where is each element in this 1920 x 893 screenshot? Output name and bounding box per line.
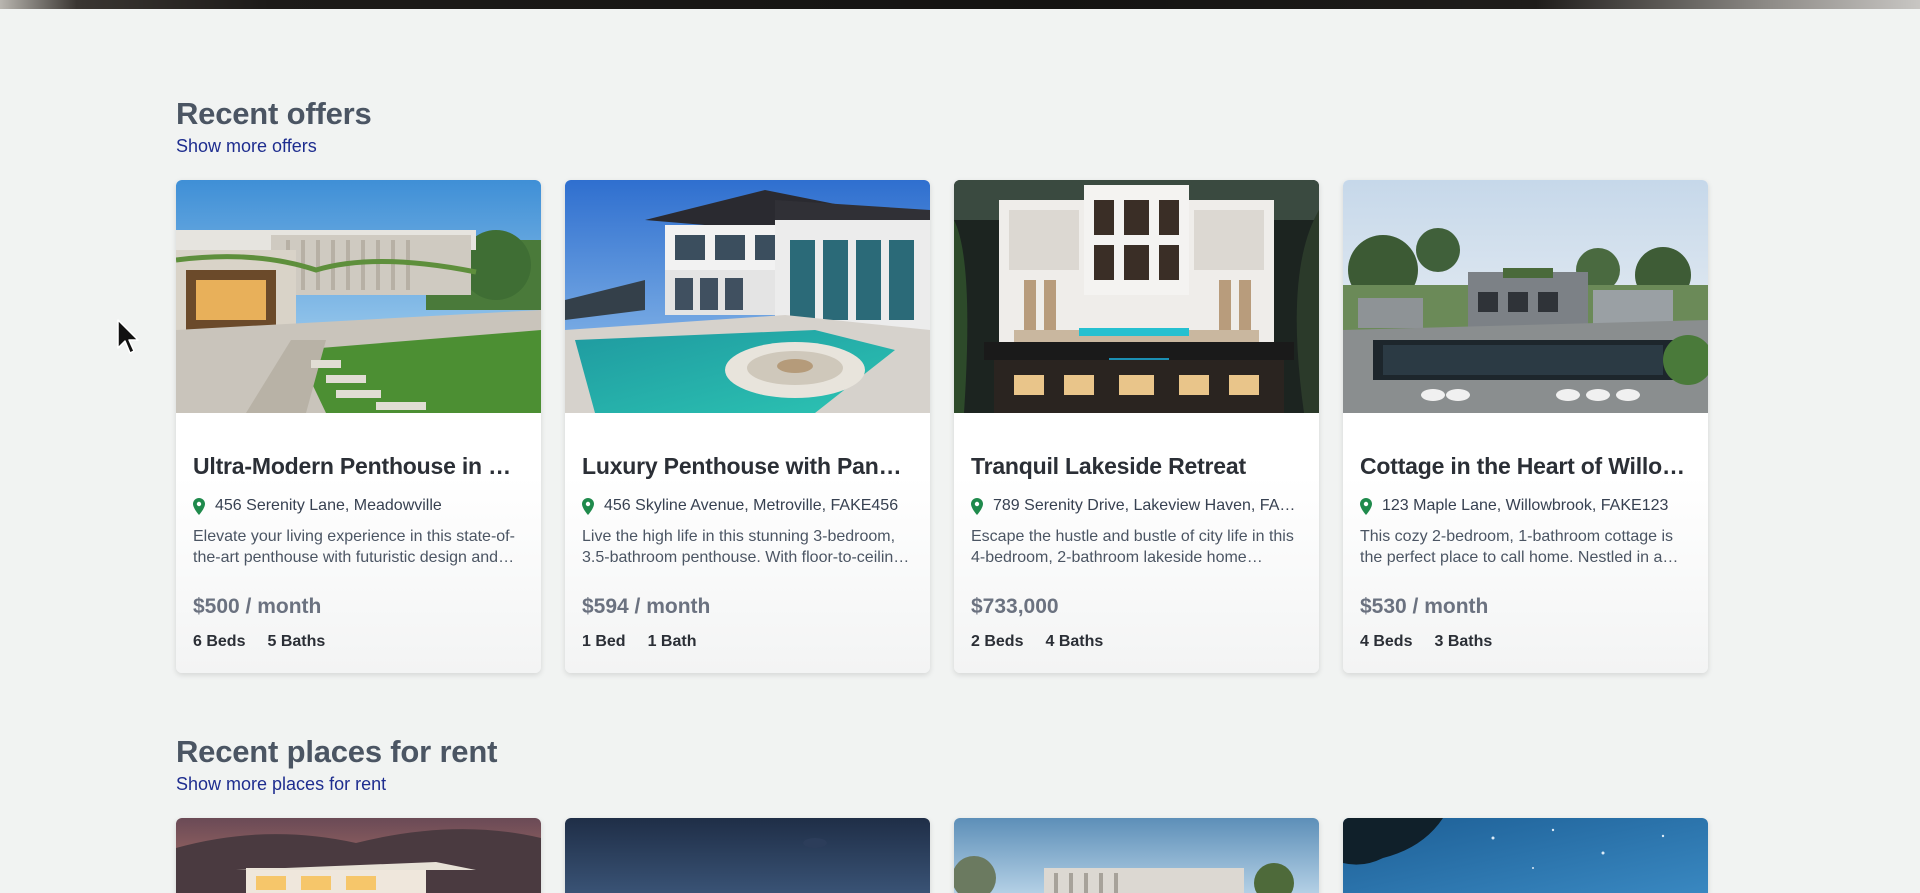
address-text: 456 Serenity Lane, Meadowville: [215, 497, 442, 514]
listing-card[interactable]: [565, 818, 930, 893]
listing-title: Cottage in the Heart of Willowbrook: [1360, 453, 1691, 479]
listing-features: 6 Beds 5 Baths: [193, 633, 524, 651]
location-pin-icon: [193, 497, 205, 515]
listing-photo: [1343, 180, 1708, 413]
listing-description: Escape the hustle and bustle of city lif…: [971, 528, 1294, 566]
listing-photo: [176, 180, 541, 413]
baths-count: 1 Bath: [647, 633, 697, 650]
listing-title: Luxury Penthouse with Panoramic Views: [582, 453, 913, 479]
recent-offers-section: Recent offers Show more offers Ultra-Mod…: [176, 96, 1710, 673]
listing-card[interactable]: [176, 818, 541, 893]
listing-title: Ultra-Modern Penthouse in Serenity Lane: [193, 453, 524, 479]
hero-image-bottom-edge: [0, 0, 1920, 9]
baths-count: 5 Baths: [267, 633, 326, 650]
listing-photo: [954, 180, 1319, 413]
listing-address: 456 Skyline Avenue, Metroville, FAKE456: [582, 497, 913, 515]
address-text: 123 Maple Lane, Willowbrook, FAKE123: [1382, 497, 1669, 514]
rent-grid: [176, 818, 1708, 893]
listing-card[interactable]: Ultra-Modern Penthouse in Serenity Lane …: [176, 180, 541, 673]
address-text: 456 Skyline Avenue, Metroville, FAKE456: [604, 497, 899, 514]
section-title: Recent places for rent: [176, 734, 498, 769]
listing-photo: [176, 818, 541, 893]
listing-card[interactable]: [954, 818, 1319, 893]
location-pin-icon: [1360, 497, 1372, 515]
listing-photo: [565, 818, 930, 893]
listing-card[interactable]: [1343, 818, 1708, 893]
offers-grid: Ultra-Modern Penthouse in Serenity Lane …: [176, 180, 1708, 673]
listing-features: 1 Bed 1 Bath: [582, 633, 913, 651]
listing-address: 456 Serenity Lane, Meadowville: [193, 497, 524, 515]
beds-count: 6 Beds: [193, 633, 246, 650]
beds-count: 1 Bed: [582, 633, 626, 650]
listing-price: $594 / month: [582, 595, 711, 618]
listing-title: Tranquil Lakeside Retreat: [971, 453, 1246, 479]
listing-features: 2 Beds 4 Baths: [971, 633, 1302, 651]
listing-card[interactable]: Luxury Penthouse with Panoramic Views 45…: [565, 180, 930, 673]
listing-description: This cozy 2-bedroom, 1-bathroom cottage …: [1360, 528, 1674, 566]
address-text: 789 Serenity Drive, Lakeview Haven, FAKE…: [993, 497, 1302, 514]
listing-price: $500 / month: [193, 595, 322, 618]
listing-price: $733,000: [971, 595, 1059, 618]
listing-features: 4 Beds 3 Baths: [1360, 633, 1691, 651]
listing-description: Live the high life in this stunning 3-be…: [582, 528, 903, 566]
listing-address: 123 Maple Lane, Willowbrook, FAKE123: [1360, 497, 1691, 515]
beds-count: 4 Beds: [1360, 633, 1413, 650]
baths-count: 4 Baths: [1045, 633, 1104, 650]
baths-count: 3 Baths: [1434, 633, 1493, 650]
listing-photo: [565, 180, 930, 413]
show-more-rent-link[interactable]: Show more places for rent: [176, 774, 386, 795]
listing-card[interactable]: Cottage in the Heart of Willowbrook 123 …: [1343, 180, 1708, 673]
mouse-cursor-icon: [117, 319, 139, 354]
listing-description: Elevate your living experience in this s…: [193, 528, 515, 566]
listing-photo: [954, 818, 1319, 893]
section-title: Recent offers: [176, 96, 372, 131]
location-pin-icon: [582, 497, 594, 515]
listing-price: $530 / month: [1360, 595, 1489, 618]
beds-count: 2 Beds: [971, 633, 1024, 650]
listing-card[interactable]: Tranquil Lakeside Retreat 789 Serenity D…: [954, 180, 1319, 673]
listing-photo: [1343, 818, 1708, 893]
listing-address: 789 Serenity Drive, Lakeview Haven, FAKE…: [971, 497, 1302, 515]
show-more-offers-link[interactable]: Show more offers: [176, 136, 317, 157]
location-pin-icon: [971, 497, 983, 515]
recent-rent-section: Recent places for rent Show more places …: [176, 734, 1710, 893]
